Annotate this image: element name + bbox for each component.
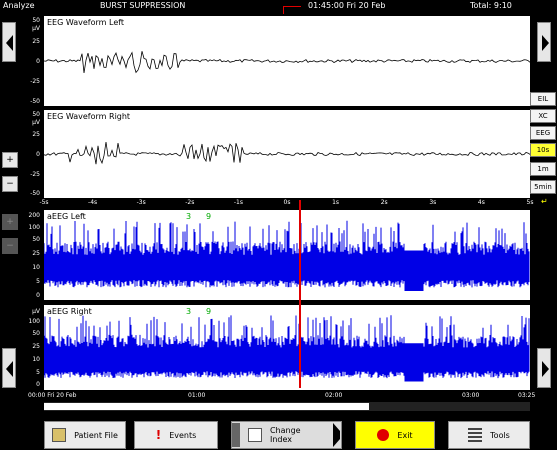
eeg-left-title: EEG Waveform Left	[47, 18, 125, 27]
exit-label: Exit	[397, 430, 413, 440]
aeeg-left-ytick: 25	[32, 250, 40, 257]
eeg-right-ytick: -50	[30, 190, 40, 197]
time-offset-tick: 2s	[380, 199, 388, 206]
page-right-button[interactable]	[537, 348, 551, 388]
tools-label: Tools	[490, 430, 510, 440]
trend-time-start: 00:00 Fri 20 Feb	[28, 392, 77, 399]
aeeg-left-mark: 9	[206, 212, 212, 221]
trend-time-tick: 02:00	[325, 392, 343, 399]
aeeg-right-ytick: 5	[36, 369, 40, 376]
time-offset-tick: 0s	[283, 199, 291, 206]
eeg-right-ytick: 50	[32, 111, 40, 118]
time-offset-tick: 5s	[526, 199, 534, 206]
aeeg-right-mark: 3	[186, 307, 192, 316]
view-title: BURST SUPPRESSION	[100, 1, 186, 10]
time-offset-tick: -1s	[233, 199, 243, 206]
aeeg-right-ytick: µV	[32, 308, 40, 315]
eeg-right-ytick: 25	[32, 131, 40, 138]
eeg-left-ytick: -50	[30, 98, 40, 105]
aeeg-right-trace	[43, 315, 530, 382]
aeeg-left-ytick: 10	[32, 264, 40, 271]
eeg-right-ytick: 0	[36, 151, 40, 158]
time-offset-tick: 3s	[429, 199, 437, 206]
events-button[interactable]: ! Events	[134, 421, 218, 449]
time-offset-tick: -2s	[185, 199, 195, 206]
cursor-marker-stem	[283, 6, 284, 14]
eeg-right-title: EEG Waveform Right	[47, 112, 131, 121]
prev-index-icon	[232, 423, 240, 447]
timebase-5min-button[interactable]: 5min	[530, 180, 556, 194]
patient-file-button[interactable]: Patient File	[44, 421, 126, 449]
patient-file-label: Patient File	[74, 430, 118, 440]
aeeg-right-ytick: 100	[28, 318, 40, 325]
change-index-button[interactable]: Change Index	[231, 421, 342, 449]
exit-icon	[377, 429, 390, 441]
exclamation-icon: !	[155, 428, 162, 442]
aeeg-right-title: aEEG Right	[47, 307, 92, 316]
aeeg-right-ytick: 25	[32, 343, 40, 350]
eeg-right-ytick: µV	[32, 119, 40, 126]
header-bar: Analyze BURST SUPPRESSION 01:45:00 Fri 2…	[0, 0, 557, 12]
trend-scrollbar[interactable]	[44, 402, 530, 411]
eeg-left-ytick: -25	[30, 78, 40, 85]
time-offset-tick: -4s	[88, 199, 98, 206]
cursor-marker	[283, 6, 301, 7]
aeeg-left-panel: aEEG Left 3 9	[43, 210, 530, 300]
events-label: Events	[169, 430, 197, 440]
eeg-left-trace	[43, 51, 531, 74]
trend-time-end: 03:25	[518, 392, 536, 399]
eil-button[interactable]: EIL	[530, 92, 556, 106]
aeeg-right-mark: 9	[206, 307, 212, 316]
timebase-1m-button[interactable]: 1m	[530, 162, 556, 176]
trend-time-tick: 03:00	[462, 392, 480, 399]
timebase-10s-button[interactable]: 10s	[530, 143, 556, 157]
total-time: Total: 9:10	[470, 1, 512, 10]
xc-button[interactable]: XC	[530, 109, 556, 123]
trend-time-tick: 01:00	[188, 392, 206, 399]
exit-button[interactable]: Exit	[355, 421, 435, 449]
eeg-left-panel: EEG Waveform Left	[43, 16, 531, 106]
aeeg-left-trace	[43, 220, 530, 291]
scrollbar-thumb[interactable]	[44, 403, 369, 410]
time-offset-tick: 4s	[477, 199, 485, 206]
time-offset-tick: 1s	[332, 199, 340, 206]
tools-icon	[468, 428, 483, 442]
aeeg-right-ytick: 0	[36, 381, 40, 388]
eeg-right-trace	[43, 141, 531, 165]
return-arrow-icon: ↵	[541, 197, 548, 206]
aeeg-left-ytick: 0	[36, 292, 40, 299]
aeeg-left-ytick: 5	[36, 278, 40, 285]
tools-button[interactable]: Tools	[448, 421, 530, 449]
eeg-left-ytick: 50	[32, 17, 40, 24]
mode-label: Analyze	[3, 1, 35, 10]
document-icon	[247, 428, 262, 442]
aeeg-right-ytick: 10	[32, 356, 40, 363]
time-offset-tick: -3s	[136, 199, 146, 206]
eeg-right-panel: EEG Waveform Right	[43, 110, 531, 198]
cursor-time: 01:45:00 Fri 20 Feb	[308, 1, 386, 10]
change-index-label: Change Index	[269, 426, 301, 444]
aeeg-left-ytick: 100	[28, 224, 40, 231]
folder-icon	[52, 428, 67, 442]
aeeg-left-ytick: 200	[28, 212, 40, 219]
time-cursor[interactable]	[299, 200, 301, 388]
eeg-left-ytick: µV	[32, 25, 40, 32]
eeg-left-ytick: 0	[36, 58, 40, 65]
time-offset-tick: -5s	[39, 199, 49, 206]
aeeg-right-panel: aEEG Right 3 9	[43, 305, 530, 390]
aeeg-left-title: aEEG Left	[47, 212, 86, 221]
scroll-right-button[interactable]	[537, 22, 551, 62]
aeeg-left-ytick: 50	[32, 236, 40, 243]
eeg-left-ytick: 25	[32, 38, 40, 45]
next-index-icon	[333, 423, 341, 447]
aeeg-right-ytick: 50	[32, 330, 40, 337]
aeeg-left-mark: 3	[186, 212, 192, 221]
eeg-right-ytick: -25	[30, 171, 40, 178]
eeg-button[interactable]: EEG	[530, 126, 556, 140]
